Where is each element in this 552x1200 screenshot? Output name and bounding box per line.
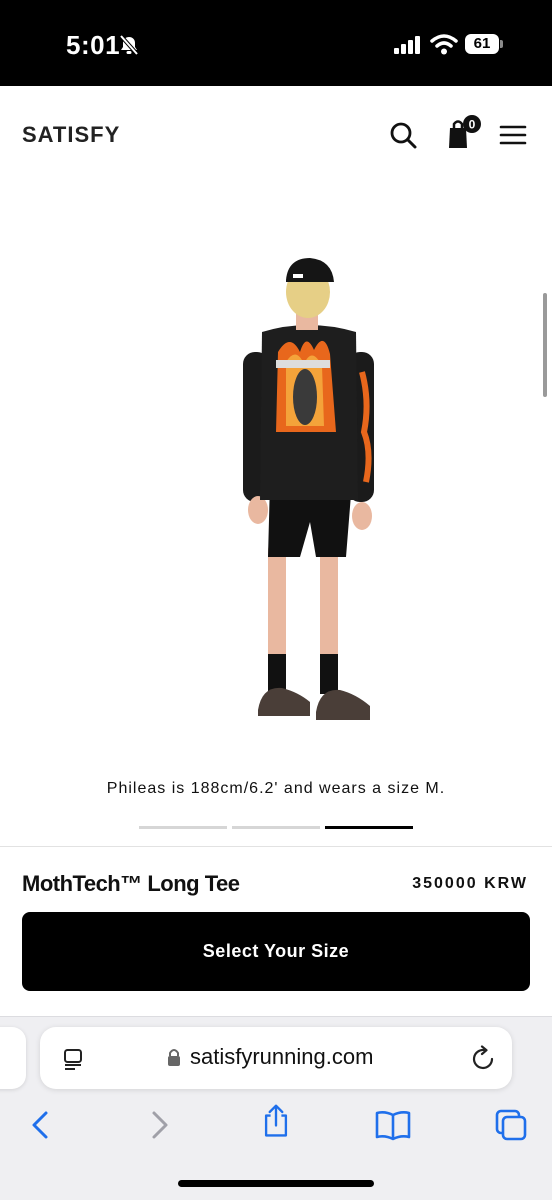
product-title: MothTech™ Long Tee <box>22 871 240 896</box>
model-size-caption: Phileas is 188cm/6.2' and wears a size M… <box>106 780 446 797</box>
home-indicator[interactable] <box>178 1180 374 1187</box>
lock-icon <box>168 1049 180 1066</box>
browser-toolbar: satisfyrunning.com <box>0 1016 552 1200</box>
back-chevron-icon[interactable] <box>22 1107 62 1143</box>
cart-count: 0 <box>469 118 476 132</box>
hamburger-menu-icon[interactable] <box>498 120 528 150</box>
reload-icon[interactable] <box>472 1045 496 1071</box>
status-bar: 5:01 61 <box>0 0 552 86</box>
cellular-signal-icon <box>394 36 420 54</box>
select-size-button[interactable]: Select Your Size <box>22 912 530 991</box>
carousel-dot-active[interactable] <box>325 826 413 829</box>
page-scroll-indicator[interactable] <box>543 293 547 397</box>
battery-indicator: 61 <box>465 34 503 54</box>
status-time: 5:01 <box>66 30 121 60</box>
search-icon[interactable] <box>388 120 418 150</box>
carousel-dot[interactable] <box>232 826 320 829</box>
wifi-icon <box>430 34 458 55</box>
share-icon[interactable] <box>256 1103 296 1139</box>
forward-chevron-icon[interactable] <box>140 1107 180 1143</box>
divider <box>0 846 552 847</box>
site-header: SATISFY 0 <box>0 86 552 182</box>
page-menu-icon[interactable] <box>62 1047 86 1071</box>
product-photo[interactable] <box>0 182 552 762</box>
bell-slash-icon <box>119 34 139 56</box>
previous-tab-preview[interactable] <box>0 1027 26 1089</box>
product-price: 350000 KRW <box>412 875 528 892</box>
site-logo[interactable]: SATISFY <box>22 122 120 148</box>
battery-level: 61 <box>465 34 499 54</box>
cart-bag-icon[interactable]: 0 <box>444 114 484 150</box>
carousel-dot[interactable] <box>139 826 227 829</box>
address-bar[interactable]: satisfyrunning.com <box>40 1027 512 1089</box>
bookmarks-book-icon[interactable] <box>373 1107 413 1143</box>
image-carousel-indicator[interactable] <box>0 826 552 830</box>
tabs-overview-icon[interactable] <box>490 1107 530 1143</box>
url-text[interactable]: satisfyrunning.com <box>190 1044 373 1070</box>
battery-tip <box>500 40 503 48</box>
model-figure <box>243 258 374 720</box>
